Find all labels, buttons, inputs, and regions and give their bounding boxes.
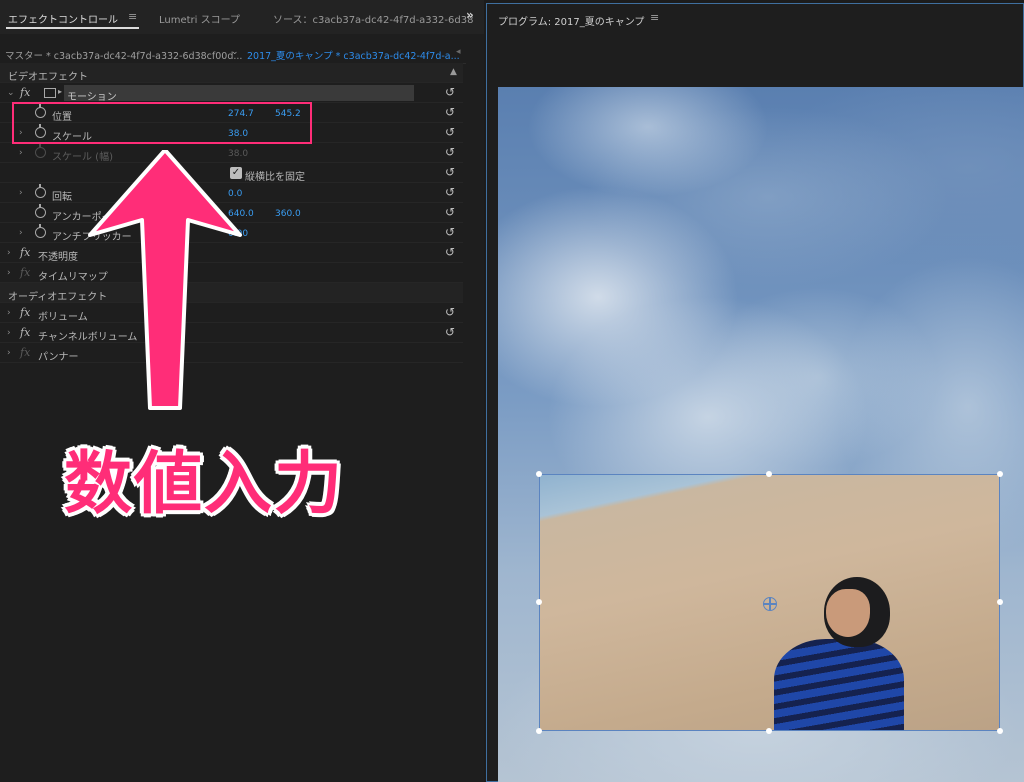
chevron-right-icon[interactable]: › — [7, 328, 11, 338]
reset-icon[interactable]: ↺ — [445, 225, 455, 239]
more-tabs-icon[interactable]: » — [466, 8, 474, 22]
panel-tab-bar: エフェクトコントロール ≡ Lumetri スコープ ソース：c3acb37a-… — [0, 0, 484, 34]
annotation-highlight-box — [12, 102, 312, 144]
tab-effect-controls[interactable]: エフェクトコントロール — [8, 11, 118, 26]
reset-icon[interactable]: ↺ — [445, 85, 455, 99]
chevron-right-icon[interactable]: › — [19, 228, 23, 238]
fx-icon: fx — [20, 346, 31, 359]
anchor-y-value[interactable]: 360.0 — [275, 209, 301, 219]
chevron-down-icon[interactable]: ⌄ — [7, 88, 15, 98]
chevron-right-icon[interactable]: › — [7, 348, 11, 358]
reset-icon[interactable]: ↺ — [445, 205, 455, 219]
master-clip-tab[interactable]: マスター * c3acb37a-dc42-4f7d-a332-6d38cf00d… — [5, 48, 242, 62]
stopwatch-icon[interactable] — [35, 224, 46, 238]
transform-handle[interactable] — [766, 728, 772, 734]
reset-icon[interactable]: ↺ — [445, 145, 455, 159]
chevron-right-icon[interactable]: › — [7, 268, 11, 278]
reset-icon[interactable]: ↺ — [445, 125, 455, 139]
fx-icon[interactable]: fx — [20, 86, 30, 99]
annotation-callout-text: 数値入力 — [64, 445, 345, 524]
reset-icon[interactable]: ↺ — [445, 105, 455, 119]
section-title: ビデオエフェクト — [8, 72, 88, 83]
reset-icon[interactable]: ↺ — [445, 165, 455, 179]
sequence-clip-tab[interactable]: 2017_夏のキャンプ * c3acb37a-dc42-4f7d-a... — [247, 48, 460, 62]
fx-icon[interactable]: fx — [20, 246, 30, 259]
reset-icon[interactable]: ↺ — [445, 325, 455, 339]
chevron-right-icon[interactable]: › — [19, 148, 23, 158]
fx-icon[interactable]: fx — [20, 306, 30, 319]
transform-handle[interactable] — [536, 728, 542, 734]
section-video-effects: ビデオエフェクト ▲ — [0, 63, 463, 83]
transform-handle[interactable] — [997, 471, 1003, 477]
chevron-down-icon[interactable]: ⌄ — [231, 47, 239, 57]
collapse-timeline-icon[interactable]: ◂ — [456, 47, 461, 57]
reset-icon[interactable]: ↺ — [445, 305, 455, 319]
anchor-point-crosshair-icon[interactable] — [763, 597, 777, 611]
tab-lumetri-scopes[interactable]: Lumetri スコープ — [159, 11, 240, 26]
program-viewer[interactable] — [498, 87, 1024, 782]
effect-row-motion[interactable]: ⌄ fx ▸ モーション ↺ — [0, 83, 463, 103]
transform-handle[interactable] — [536, 599, 542, 605]
transform-handle[interactable] — [997, 728, 1003, 734]
program-monitor: プログラム: 2017_夏のキャンプ ≡ — [486, 3, 1024, 782]
chevron-right-icon[interactable]: › — [19, 188, 23, 198]
stopwatch-icon[interactable] — [35, 184, 46, 198]
panel-menu-icon[interactable]: ≡ — [128, 10, 137, 23]
transform-arrow-icon: ▸ — [58, 87, 63, 96]
panel-menu-icon[interactable]: ≡ — [650, 11, 659, 24]
reset-icon[interactable]: ↺ — [445, 245, 455, 259]
fx-icon: fx — [20, 266, 31, 279]
effect-controls-panel: エフェクトコントロール ≡ Lumetri スコープ ソース：c3acb37a-… — [0, 0, 484, 782]
transform-handle[interactable] — [766, 471, 772, 477]
sequence-bar: マスター * c3acb37a-dc42-4f7d-a332-6d38cf00d… — [0, 42, 466, 64]
stopwatch-icon — [35, 144, 46, 158]
transform-handle[interactable] — [997, 599, 1003, 605]
annotation-arrow-icon — [88, 150, 242, 410]
collapse-up-icon[interactable]: ▲ — [450, 67, 457, 77]
transform-icon[interactable] — [44, 88, 56, 98]
reset-icon[interactable]: ↺ — [445, 185, 455, 199]
program-monitor-title[interactable]: プログラム: 2017_夏のキャンプ — [498, 13, 644, 28]
transform-handle[interactable] — [536, 471, 542, 477]
active-tab-underline — [6, 27, 139, 29]
stopwatch-icon[interactable] — [35, 204, 46, 218]
chevron-right-icon[interactable]: › — [7, 308, 11, 318]
tab-source[interactable]: ソース：c3acb37a-dc42-4f7d-a332-6d38 — [273, 11, 473, 26]
chevron-right-icon[interactable]: › — [7, 248, 11, 258]
effect-label: モーション — [67, 92, 117, 103]
fx-icon[interactable]: fx — [20, 326, 30, 339]
